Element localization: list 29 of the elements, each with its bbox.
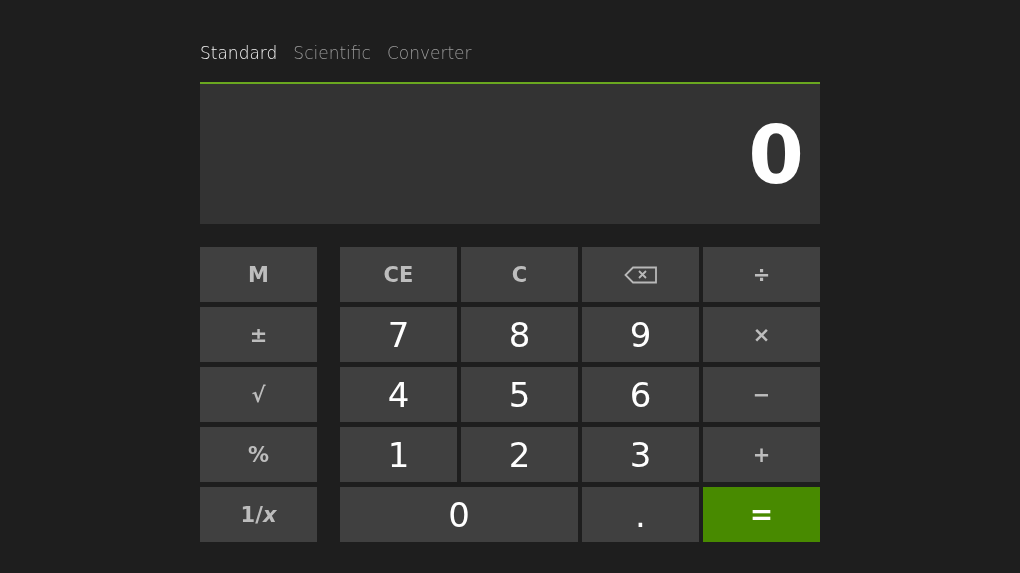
digit-key[interactable]: 9 [582, 307, 699, 362]
digit-key[interactable]: . [582, 487, 699, 542]
digit-key[interactable]: 5 [461, 367, 578, 422]
operator-key[interactable]: − [703, 367, 820, 422]
operator-key[interactable]: C [461, 247, 578, 302]
mode-tab[interactable]: Scientific [287, 38, 377, 68]
backspace-key[interactable] [582, 247, 699, 302]
digit-key[interactable]: 6 [582, 367, 699, 422]
function-key[interactable]: 1/x [200, 487, 317, 542]
digit-key[interactable]: 0 [340, 487, 578, 542]
display-value: 0 [748, 112, 804, 196]
function-key[interactable]: % [200, 427, 317, 482]
operator-key[interactable]: × [703, 307, 820, 362]
function-key[interactable]: √ [200, 367, 317, 422]
digit-key[interactable]: 1 [340, 427, 457, 482]
digit-key[interactable]: 2 [461, 427, 578, 482]
digit-key[interactable]: 4 [340, 367, 457, 422]
backspace-icon [623, 265, 658, 284]
digit-key[interactable]: 7 [340, 307, 457, 362]
digit-key[interactable]: 8 [461, 307, 578, 362]
mode-tab[interactable]: Converter [380, 38, 478, 68]
operator-key[interactable]: ÷ [703, 247, 820, 302]
mode-tab[interactable]: Standard [194, 38, 284, 68]
equals-key[interactable]: = [703, 487, 820, 542]
function-key[interactable]: ± [200, 307, 317, 362]
operator-key[interactable]: + [703, 427, 820, 482]
function-key[interactable]: M [200, 247, 317, 302]
operator-key[interactable]: CE [340, 247, 457, 302]
digit-key[interactable]: 3 [582, 427, 699, 482]
